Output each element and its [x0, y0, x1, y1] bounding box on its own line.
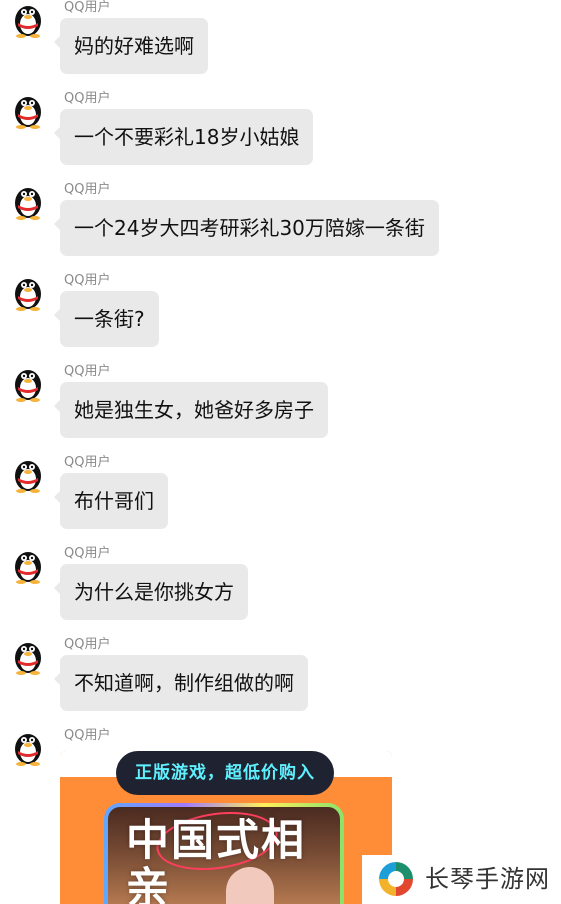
game-promo-card[interactable]: 正版游戏，超低价购入 中国式相亲	[60, 751, 392, 904]
message-bubble[interactable]: 不知道啊，制作组做的啊	[54, 655, 308, 711]
message-bubble[interactable]: 一个不要彩礼18岁小姑娘	[53, 109, 314, 165]
sender-name: QQ用户	[64, 637, 111, 652]
sender-name: QQ用户	[64, 273, 111, 288]
chat-thread: QQ用户 妈的好难选啊 QQ用户 一个不要彩礼18岁小姑娘 QQ用户 一个24岁…	[0, 0, 561, 904]
message-bubble[interactable]: 为什么是你挑女方	[54, 564, 248, 620]
message-bubble[interactable]: 一个24岁大四考研彩礼30万陪嫁一条街	[54, 200, 439, 256]
qq-penguin-avatar[interactable]	[10, 637, 46, 675]
swirl-logo-icon	[378, 861, 414, 897]
sender-name: QQ用户	[64, 182, 111, 197]
game-poster-frame: 中国式相亲	[104, 803, 344, 904]
message-row: QQ用户 一个不要彩礼18岁小姑娘	[0, 91, 561, 182]
message-bubble[interactable]: 一条街?	[54, 291, 159, 347]
qq-penguin-avatar[interactable]	[10, 364, 46, 402]
message-bubble[interactable]: 妈的好难选啊	[54, 18, 208, 74]
site-watermark: 长琴手游网	[362, 855, 561, 904]
sender-name: QQ用户	[64, 364, 111, 379]
sender-name: QQ用户	[64, 91, 111, 106]
qq-penguin-avatar[interactable]	[10, 182, 46, 220]
sender-name: QQ用户	[64, 728, 111, 743]
message-bubble[interactable]: 布什哥们	[54, 473, 168, 529]
message-row: QQ用户 一条街?	[0, 273, 561, 364]
watermark-text: 长琴手游网	[425, 865, 550, 893]
sender-name: QQ用户	[64, 546, 111, 561]
message-row: QQ用户 妈的好难选啊	[0, 0, 561, 91]
sender-name: QQ用户	[64, 0, 111, 15]
message-row: QQ用户 布什哥们	[0, 455, 561, 546]
message-row: QQ用户 为什么是你挑女方	[0, 546, 561, 637]
game-poster[interactable]: 中国式相亲	[108, 807, 340, 904]
message-row: QQ用户 一个24岁大四考研彩礼30万陪嫁一条街	[0, 182, 561, 273]
message-bubble[interactable]: 她是独生女，她爸好多房子	[54, 382, 328, 438]
qq-penguin-avatar[interactable]	[10, 728, 46, 766]
qq-penguin-avatar[interactable]	[10, 546, 46, 584]
message-row: QQ用户 不知道啊，制作组做的啊	[0, 637, 561, 728]
message-row: QQ用户 她是独生女，她爸好多房子	[0, 364, 561, 455]
qq-penguin-avatar[interactable]	[10, 455, 46, 493]
qq-penguin-avatar[interactable]	[10, 0, 46, 38]
qq-penguin-avatar[interactable]	[10, 273, 46, 311]
promo-banner[interactable]: 正版游戏，超低价购入	[116, 751, 334, 795]
qq-penguin-avatar[interactable]	[10, 91, 46, 129]
sender-name: QQ用户	[64, 455, 111, 470]
